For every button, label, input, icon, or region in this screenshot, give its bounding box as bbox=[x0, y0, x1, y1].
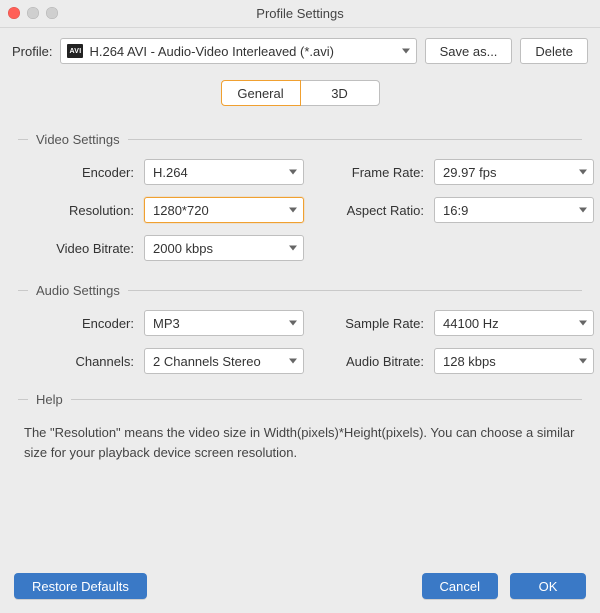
audio-settings-title: Audio Settings bbox=[36, 283, 120, 298]
delete-button[interactable]: Delete bbox=[520, 38, 588, 64]
chevron-down-icon bbox=[579, 208, 587, 213]
frame-rate-select[interactable]: 29.97 fps bbox=[434, 159, 594, 185]
close-window-button[interactable] bbox=[8, 7, 20, 19]
window-traffic-lights bbox=[8, 7, 58, 19]
audio-settings-section: Audio Settings Encoder: MP3 Sample Rate:… bbox=[0, 263, 600, 376]
audio-bitrate-select[interactable]: 128 kbps bbox=[434, 348, 594, 374]
help-text: The "Resolution" means the video size in… bbox=[18, 419, 582, 463]
resolution-label: Resolution: bbox=[24, 203, 134, 218]
chevron-down-icon bbox=[579, 170, 587, 175]
chevron-down-icon bbox=[579, 359, 587, 364]
resolution-select[interactable]: 1280*720 bbox=[144, 197, 304, 223]
chevron-down-icon bbox=[579, 321, 587, 326]
channels-select[interactable]: 2 Channels Stereo bbox=[144, 348, 304, 374]
aspect-ratio-select[interactable]: 16:9 bbox=[434, 197, 594, 223]
tab-3d[interactable]: 3D bbox=[300, 80, 380, 106]
sample-rate-label: Sample Rate: bbox=[314, 316, 424, 331]
chevron-down-icon bbox=[289, 359, 297, 364]
cancel-button[interactable]: Cancel bbox=[422, 573, 498, 599]
restore-defaults-button[interactable]: Restore Defaults bbox=[14, 573, 147, 599]
video-bitrate-label: Video Bitrate: bbox=[24, 241, 134, 256]
video-settings-section: Video Settings Encoder: H.264 Frame Rate… bbox=[0, 112, 600, 263]
chevron-down-icon bbox=[289, 208, 297, 213]
save-as-button[interactable]: Save as... bbox=[425, 38, 513, 64]
audio-bitrate-label: Audio Bitrate: bbox=[314, 354, 424, 369]
video-bitrate-select[interactable]: 2000 kbps bbox=[144, 235, 304, 261]
video-encoder-label: Encoder: bbox=[24, 165, 134, 180]
profile-label: Profile: bbox=[12, 44, 52, 59]
profile-select[interactable]: AVI H.264 AVI - Audio-Video Interleaved … bbox=[60, 38, 416, 64]
profile-row: Profile: AVI H.264 AVI - Audio-Video Int… bbox=[0, 28, 600, 68]
help-section: Help The "Resolution" means the video si… bbox=[0, 376, 600, 465]
video-encoder-select[interactable]: H.264 bbox=[144, 159, 304, 185]
profile-select-value: H.264 AVI - Audio-Video Interleaved (*.a… bbox=[89, 44, 334, 59]
tab-general[interactable]: General bbox=[221, 80, 301, 106]
avi-format-icon: AVI bbox=[67, 44, 83, 58]
sample-rate-select[interactable]: 44100 Hz bbox=[434, 310, 594, 336]
chevron-down-icon bbox=[289, 170, 297, 175]
chevron-down-icon bbox=[289, 321, 297, 326]
help-title: Help bbox=[36, 392, 63, 407]
frame-rate-label: Frame Rate: bbox=[314, 165, 424, 180]
window-title: Profile Settings bbox=[256, 6, 343, 21]
titlebar: Profile Settings bbox=[0, 0, 600, 28]
chevron-down-icon bbox=[402, 49, 410, 54]
tab-bar: General 3D bbox=[0, 68, 600, 112]
audio-encoder-select[interactable]: MP3 bbox=[144, 310, 304, 336]
ok-button[interactable]: OK bbox=[510, 573, 586, 599]
zoom-window-button[interactable] bbox=[46, 7, 58, 19]
minimize-window-button[interactable] bbox=[27, 7, 39, 19]
audio-encoder-label: Encoder: bbox=[24, 316, 134, 331]
aspect-ratio-label: Aspect Ratio: bbox=[314, 203, 424, 218]
footer: Restore Defaults Cancel OK bbox=[0, 563, 600, 613]
channels-label: Channels: bbox=[24, 354, 134, 369]
video-settings-title: Video Settings bbox=[36, 132, 120, 147]
chevron-down-icon bbox=[289, 246, 297, 251]
